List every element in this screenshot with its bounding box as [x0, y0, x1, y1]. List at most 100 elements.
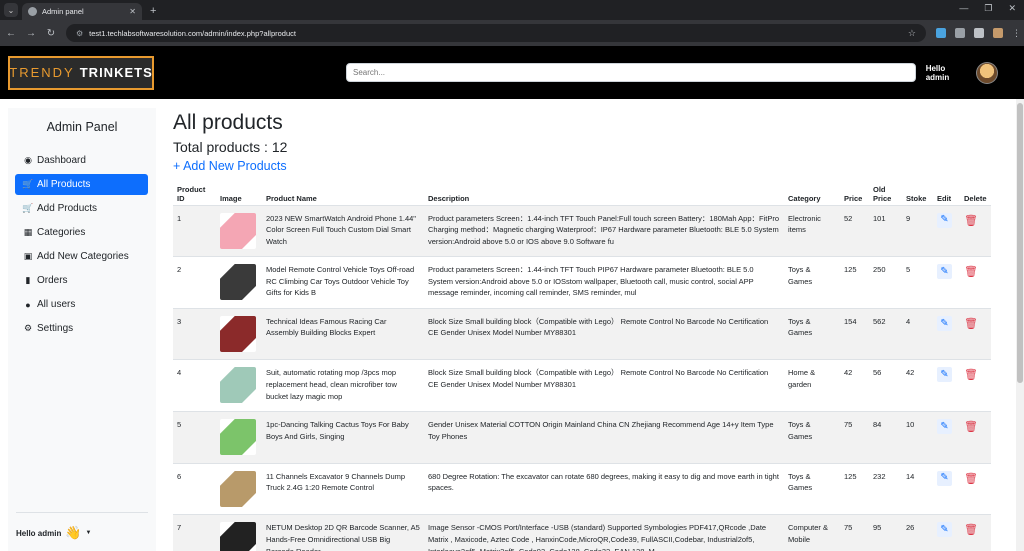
- column-header: Image: [216, 179, 262, 206]
- sidebar-item-dashboard[interactable]: ◉ Dashboard: [15, 150, 148, 171]
- trash-icon[interactable]: 🗑: [964, 215, 978, 227]
- sidebar: Admin Panel ◉ Dashboard 🛒 All Products 🛒 Add …: [8, 108, 156, 551]
- edit-cell: ✎: [933, 308, 960, 361]
- product-description: Block Size Small building block（Compatib…: [424, 359, 784, 412]
- column-header: Stoke: [902, 179, 933, 206]
- extension-icon[interactable]: [955, 28, 965, 38]
- trash-icon[interactable]: 🗑: [964, 421, 978, 433]
- new-tab-icon[interactable]: +: [150, 5, 156, 17]
- trash-icon[interactable]: 🗑: [964, 473, 978, 485]
- product-category: Home & garden: [784, 359, 840, 412]
- avatar[interactable]: [976, 61, 998, 84]
- edit-cell: ✎: [933, 359, 960, 412]
- tab-close-icon[interactable]: ✕: [129, 7, 136, 16]
- site-info-icon[interactable]: ⚙: [76, 29, 83, 38]
- add-new-products-link[interactable]: + Add New Products: [173, 159, 1024, 173]
- table-row: 5 1pc-Dancing Talking Cactus Toys For Bab…: [173, 411, 991, 464]
- page-title: All products: [173, 111, 283, 134]
- product-thumbnail: [220, 367, 256, 404]
- browser-toolbar: ← → ↻ ⚙ test1.techlabsoftwaresolution.co…: [0, 20, 1024, 46]
- page-scrollbar[interactable]: [1016, 99, 1024, 551]
- sidebar-greeting: Hello admin: [16, 528, 62, 538]
- window-controls: — ❐ ✕: [959, 3, 1016, 14]
- product-price: 75: [840, 411, 869, 464]
- column-header: Description: [424, 179, 784, 206]
- address-bar[interactable]: ⚙ test1.techlabsoftwaresolution.com/admi…: [66, 24, 926, 42]
- reload-icon[interactable]: ↻: [46, 28, 56, 39]
- minimize-icon[interactable]: —: [959, 3, 968, 14]
- product-thumbnail: [220, 315, 256, 352]
- product-id: 4: [173, 359, 216, 412]
- edit-cell: ✎: [933, 411, 960, 464]
- edit-icon[interactable]: ✎: [937, 367, 952, 383]
- edit-icon[interactable]: ✎: [937, 522, 952, 538]
- search-input[interactable]: [346, 63, 916, 82]
- forward-icon[interactable]: →: [26, 28, 36, 39]
- edit-icon[interactable]: ✎: [937, 315, 952, 331]
- product-thumbnail: [220, 470, 256, 507]
- product-name: 1pc-Dancing Talking Cactus Toys For Baby…: [262, 411, 424, 464]
- product-thumbnail: [220, 212, 256, 249]
- favicon-icon: [28, 7, 37, 16]
- trash-icon[interactable]: 🗑: [964, 524, 978, 536]
- window-close-icon[interactable]: ✕: [1008, 3, 1016, 14]
- dashboard-icon: ◉: [24, 155, 32, 165]
- sidebar-item-label: Orders: [37, 275, 68, 286]
- product-image-cell: [216, 205, 262, 258]
- column-header: Old Price: [869, 179, 902, 206]
- edit-icon[interactable]: ✎: [937, 419, 952, 434]
- delete-cell: 🗑: [960, 463, 991, 516]
- sidebar-item-label: Categories: [37, 227, 86, 238]
- edit-icon[interactable]: ✎: [937, 470, 952, 486]
- extension-icon[interactable]: [936, 28, 946, 38]
- edit-icon[interactable]: ✎: [937, 212, 952, 228]
- trash-icon[interactable]: 🗑: [964, 266, 978, 278]
- product-description: Block Size Small building block（Compatib…: [424, 308, 784, 361]
- product-id: 5: [173, 411, 216, 464]
- table-row: 4 Suit, automatic rotating mop /3pcs mop …: [173, 359, 991, 412]
- sidebar-divider: [16, 512, 148, 513]
- book-icon: ▮: [25, 275, 31, 285]
- sidebar-user-menu[interactable]: Hello admin 👋 ▼: [16, 525, 91, 541]
- sidebar-item-add-products[interactable]: 🛒 Add Products: [15, 198, 148, 219]
- trash-icon[interactable]: 🗑: [964, 318, 978, 330]
- sidebar-item-settings[interactable]: ⚙ Settings: [15, 318, 148, 339]
- sidebar-item-categories[interactable]: ▦ Categories: [15, 222, 148, 243]
- table-row: 6 11 Channels Excavator 9 Channels Dump T…: [173, 463, 991, 516]
- url-text: test1.techlabsoftwaresolution.com/admin/…: [89, 28, 296, 38]
- product-image-cell: [216, 514, 262, 551]
- tab-search-icon[interactable]: ⌄: [4, 3, 18, 17]
- table-row: 2 Model Remote Control Vehicle Toys Off-r…: [173, 256, 991, 309]
- logo[interactable]: TRENDY TRINKETS: [8, 55, 154, 90]
- sidebar-item-add-new-categories[interactable]: ▣ Add New Categories: [15, 246, 148, 267]
- product-name: 2023 NEW SmartWatch Android Phone 1.44" …: [262, 205, 424, 258]
- product-image-cell: [216, 256, 262, 309]
- puzzle-icon[interactable]: [974, 28, 984, 38]
- back-icon[interactable]: ←: [6, 28, 16, 39]
- sidebar-item-label: Settings: [37, 323, 74, 334]
- bookmark-star-icon[interactable]: ☆: [908, 28, 916, 39]
- product-price: 42: [840, 359, 869, 412]
- column-header: Edit: [933, 179, 960, 206]
- sidebar-item-all-users[interactable]: ● All users: [15, 294, 148, 315]
- sidebar-title: Admin Panel: [46, 120, 118, 134]
- profile-icon[interactable]: [993, 28, 1003, 38]
- edit-icon[interactable]: ✎: [937, 264, 952, 280]
- sidebar-item-orders[interactable]: ▮ Orders: [15, 270, 148, 291]
- cart-icon: 🛒: [22, 179, 34, 189]
- maximize-icon[interactable]: ❐: [984, 3, 992, 14]
- delete-cell: 🗑: [960, 514, 991, 551]
- kebab-menu-icon[interactable]: ⋮: [1012, 28, 1021, 38]
- product-description: Gender Unisex Material COTTON Origin Mai…: [424, 411, 784, 464]
- caret-down-icon[interactable]: ▼: [86, 530, 92, 536]
- product-name: NETUM Desktop 2D QR Barcode Scanner, A5 …: [262, 514, 424, 551]
- product-description: 680 Degree Rotation: The excavator can r…: [424, 463, 784, 516]
- trash-icon[interactable]: 🗑: [964, 369, 978, 381]
- product-name: Suit, automatic rotating mop /3pcs mop r…: [262, 359, 424, 412]
- delete-cell: 🗑: [960, 411, 991, 464]
- browser-tab[interactable]: Admin panel ✕: [22, 3, 142, 20]
- product-thumbnail: [220, 264, 256, 301]
- gear-icon: ⚙: [23, 323, 33, 333]
- product-price: 52: [840, 205, 869, 258]
- sidebar-item-all-products[interactable]: 🛒 All Products: [15, 174, 148, 195]
